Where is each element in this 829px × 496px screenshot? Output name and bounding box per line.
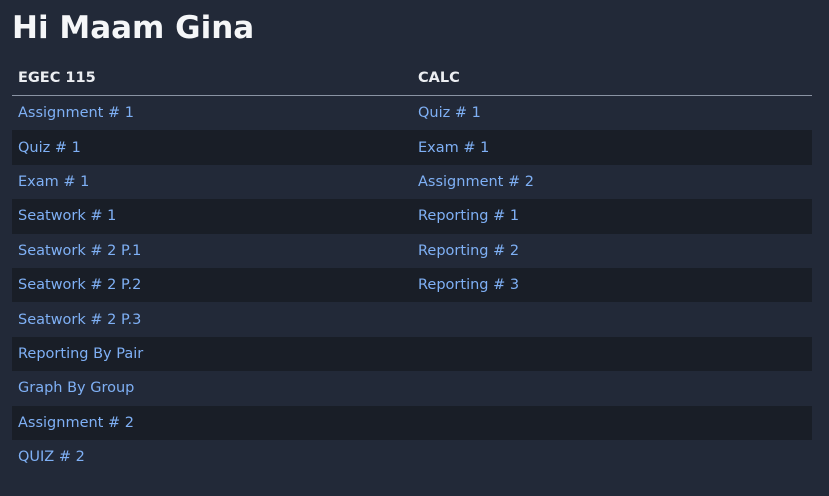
table-row: Seatwork # 1 Reporting # 1 bbox=[12, 199, 812, 234]
egec-115-item-link[interactable]: Seatwork # 2 P.2 bbox=[18, 277, 141, 293]
table-cell: Exam # 1 bbox=[12, 165, 412, 199]
column-header-calc: CALC bbox=[412, 61, 812, 96]
table-cell: Reporting By Pair bbox=[12, 336, 412, 372]
table-body: Assignment # 1 Quiz # 1 Quiz # 1 Exam # 1 Ex… bbox=[12, 96, 812, 475]
table-row: Reporting By Pair bbox=[12, 336, 812, 372]
egec-115-item-link[interactable]: Assignment # 1 bbox=[18, 105, 134, 121]
table-cell: Reporting # 1 bbox=[412, 199, 812, 234]
table-cell: Reporting # 3 bbox=[412, 267, 812, 303]
calc-item-link[interactable]: Reporting # 2 bbox=[418, 243, 519, 259]
table-cell: Graph By Group bbox=[12, 371, 412, 405]
table-cell: Assignment # 2 bbox=[12, 405, 412, 440]
table-row: Assignment # 2 bbox=[12, 405, 812, 440]
page: Hi Maam Gina EGEC 115 CALC Assignment # … bbox=[0, 0, 829, 474]
table-row: Seatwork # 2 P.3 bbox=[12, 302, 812, 336]
table-row: Seatwork # 2 P.2 Reporting # 3 bbox=[12, 267, 812, 303]
table-cell bbox=[412, 405, 812, 440]
column-header-egec-115: EGEC 115 bbox=[12, 61, 412, 96]
table-cell: Assignment # 1 bbox=[12, 96, 412, 131]
table-cell bbox=[412, 302, 812, 336]
egec-115-item-link[interactable]: Exam # 1 bbox=[18, 174, 89, 190]
table-cell bbox=[412, 440, 812, 474]
egec-115-item-link[interactable]: Seatwork # 1 bbox=[18, 208, 116, 224]
calc-item-link[interactable]: Quiz # 1 bbox=[418, 105, 481, 121]
table-row: Graph By Group bbox=[12, 371, 812, 405]
table-cell bbox=[412, 371, 812, 405]
page-title: Hi Maam Gina bbox=[12, 10, 255, 46]
table-cell: Seatwork # 2 P.2 bbox=[12, 267, 412, 303]
table-header-row: EGEC 115 CALC bbox=[12, 61, 812, 96]
table-cell: Seatwork # 2 P.1 bbox=[12, 234, 412, 268]
table-cell: Quiz # 1 bbox=[412, 96, 812, 131]
table-cell: Quiz # 1 bbox=[12, 130, 412, 165]
egec-115-item-link[interactable]: QUIZ # 2 bbox=[18, 449, 85, 465]
table-cell: QUIZ # 2 bbox=[12, 440, 412, 474]
egec-115-item-link[interactable]: Reporting By Pair bbox=[18, 346, 143, 362]
egec-115-item-link[interactable]: Assignment # 2 bbox=[18, 415, 134, 431]
table-cell bbox=[412, 336, 812, 372]
egec-115-item-link[interactable]: Seatwork # 2 P.3 bbox=[18, 312, 141, 328]
table-row: QUIZ # 2 bbox=[12, 440, 812, 474]
table-cell: Seatwork # 2 P.3 bbox=[12, 302, 412, 336]
table-cell: Exam # 1 bbox=[412, 130, 812, 165]
table-cell: Reporting # 2 bbox=[412, 234, 812, 268]
calc-item-link[interactable]: Exam # 1 bbox=[418, 140, 489, 156]
calc-item-link[interactable]: Reporting # 3 bbox=[418, 277, 519, 293]
table-row: Assignment # 1 Quiz # 1 bbox=[12, 96, 812, 131]
calc-item-link[interactable]: Assignment # 2 bbox=[418, 174, 534, 190]
table-cell: Assignment # 2 bbox=[412, 165, 812, 199]
table-row: Quiz # 1 Exam # 1 bbox=[12, 130, 812, 165]
egec-115-item-link[interactable]: Graph By Group bbox=[18, 380, 134, 396]
egec-115-item-link[interactable]: Seatwork # 2 P.1 bbox=[18, 243, 141, 259]
calc-item-link[interactable]: Reporting # 1 bbox=[418, 208, 519, 224]
table-row: Exam # 1 Assignment # 2 bbox=[12, 165, 812, 199]
assignments-table: EGEC 115 CALC Assignment # 1 Quiz # 1 Quiz… bbox=[12, 61, 812, 474]
table-row: Seatwork # 2 P.1 Reporting # 2 bbox=[12, 234, 812, 268]
egec-115-item-link[interactable]: Quiz # 1 bbox=[18, 140, 81, 156]
table-cell: Seatwork # 1 bbox=[12, 199, 412, 234]
